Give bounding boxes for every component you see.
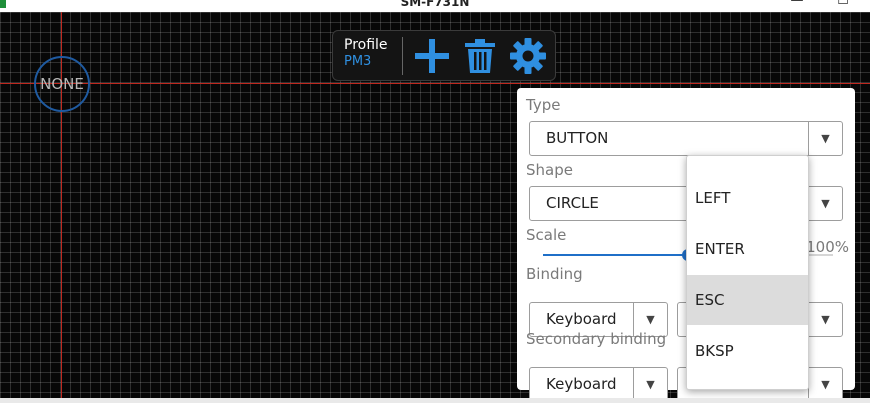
dropdown-option-esc[interactable]: ESC xyxy=(687,275,808,325)
dropdown-option-bksp[interactable]: BKSP xyxy=(687,326,808,376)
minimize-button[interactable]: — xyxy=(774,0,820,9)
title-bar: SM-F731N — ☐ xyxy=(0,0,870,12)
scale-label: Scale xyxy=(526,226,567,244)
key-dropdown-list: LEFT ENTER ESC BKSP xyxy=(686,155,809,390)
dropdown-option-enter[interactable]: ENTER xyxy=(687,224,808,274)
control-button-circle[interactable]: NONE xyxy=(34,56,90,112)
chevron-down-icon: ▼ xyxy=(808,187,842,220)
add-icon[interactable] xyxy=(413,37,451,75)
profile-label: Profile xyxy=(344,37,388,53)
window-title: SM-F731N xyxy=(400,0,470,9)
profile-value: PM3 xyxy=(344,54,372,69)
scale-slider-fill xyxy=(543,254,688,256)
control-button-label: NONE xyxy=(40,75,84,93)
shape-select-value: CIRCLE xyxy=(546,194,599,212)
chevron-down-icon: ▼ xyxy=(808,368,842,398)
maximize-button[interactable]: ☐ xyxy=(820,0,866,9)
chevron-down-icon: ▼ xyxy=(808,122,842,155)
profile-selector[interactable]: Profile PM3 xyxy=(344,37,388,70)
chevron-down-icon: ▼ xyxy=(633,368,667,398)
toolbar: Profile PM3 xyxy=(332,30,556,81)
toolbar-divider xyxy=(402,37,403,75)
trash-icon[interactable] xyxy=(461,37,499,75)
type-label: Type xyxy=(526,96,561,114)
horizontal-guide-line xyxy=(0,83,870,84)
gear-icon[interactable] xyxy=(509,37,547,75)
shape-label: Shape xyxy=(526,161,573,179)
secondary-binding-label: Secondary binding xyxy=(526,330,667,348)
type-select[interactable]: BUTTON ▼ xyxy=(529,121,843,156)
secondary-binding-device-value: Keyboard xyxy=(546,375,617,393)
dropdown-option-left[interactable]: LEFT xyxy=(687,173,808,223)
scale-value: 100% xyxy=(806,238,849,256)
chevron-down-icon: ▼ xyxy=(808,303,842,336)
bottom-strip xyxy=(0,398,870,403)
binding-label: Binding xyxy=(526,265,583,283)
type-select-value: BUTTON xyxy=(546,129,609,147)
secondary-binding-device-select[interactable]: Keyboard ▼ xyxy=(529,367,668,398)
